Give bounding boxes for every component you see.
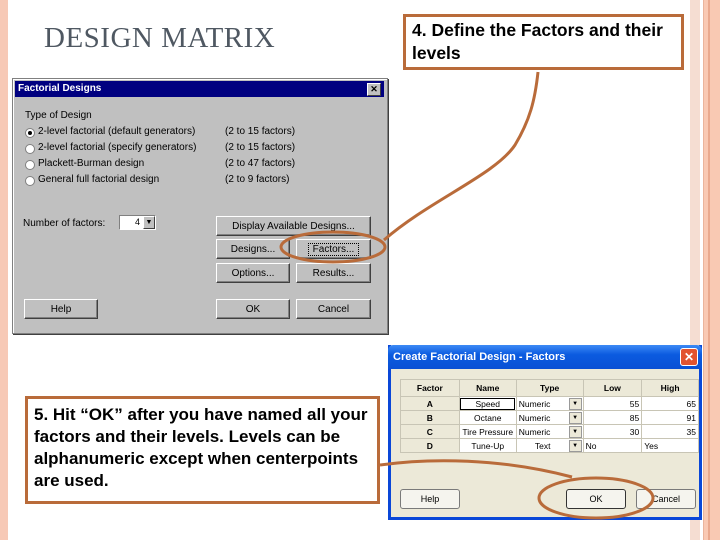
factors-button[interactable]: Factors... <box>296 239 371 259</box>
table-row: D Tune-Up Text ▼ No Yes <box>400 438 699 453</box>
factors-dialog-title-bar: Create Factorial Design - Factors ✕ <box>388 345 702 369</box>
type-value: Numeric <box>518 426 551 437</box>
type-cell[interactable]: Numeric ▼ <box>515 410 584 425</box>
option-3-range: (2 to 47 factors) <box>225 158 296 169</box>
factor-cell: C <box>400 424 460 439</box>
option-4-range: (2 to 9 factors) <box>225 174 290 185</box>
arrow-connector-step4 <box>383 71 540 242</box>
table-row: C Tire Pressure Numeric ▼ 30 35 <box>400 424 699 439</box>
type-cell[interactable]: Numeric ▼ <box>515 396 584 411</box>
factors-cancel-button[interactable]: Cancel <box>636 489 696 509</box>
results-button[interactable]: Results... <box>296 263 371 283</box>
num-factors-select[interactable]: 4 ▼ <box>119 215 156 230</box>
column-header-name: Name <box>458 379 517 397</box>
help-button[interactable]: Help <box>24 299 98 319</box>
high-cell[interactable]: 91 <box>641 410 699 425</box>
type-value: Numeric <box>518 398 551 409</box>
dialog-title-bar: Factorial Designs ✕ <box>15 81 384 97</box>
dialog-title: Factorial Designs <box>18 83 102 94</box>
cancel-button[interactable]: Cancel <box>296 299 371 319</box>
factor-cell: A <box>400 396 460 411</box>
factorial-designs-dialog: Factorial Designs ✕ Type of Design 2-lev… <box>12 78 388 334</box>
options-button[interactable]: Options... <box>216 263 290 283</box>
slide-title: DESIGN MATRIX <box>44 22 276 54</box>
right-decor-line <box>708 0 710 540</box>
designs-button[interactable]: Designs... <box>216 239 290 259</box>
low-cell[interactable]: 30 <box>582 424 643 439</box>
option-2-range: (2 to 15 factors) <box>225 142 296 153</box>
high-cell[interactable]: Yes <box>641 438 699 453</box>
column-header-factor: Factor <box>400 379 460 397</box>
factor-cell: D <box>400 438 460 453</box>
option-1-range: (2 to 15 factors) <box>225 126 296 137</box>
radio-option-2[interactable] <box>25 144 35 154</box>
radio-option-3[interactable] <box>25 160 35 170</box>
option-2-label[interactable]: 2-level factorial (specify generators) <box>38 142 196 153</box>
help-label: Help <box>50 304 72 315</box>
left-decor-band <box>0 0 8 540</box>
column-header-type: Type <box>515 379 584 397</box>
factors-dialog-title: Create Factorial Design - Factors <box>393 351 566 363</box>
type-cell[interactable]: Numeric ▼ <box>515 424 584 439</box>
display-designs-label: Display Available Designs... <box>232 221 355 232</box>
display-designs-button[interactable]: Display Available Designs... <box>216 216 371 236</box>
chevron-down-icon[interactable]: ▼ <box>568 440 582 452</box>
num-factors-label: Number of factors: <box>23 218 106 229</box>
ok-label: OK <box>245 304 261 315</box>
column-header-low: Low <box>582 379 643 397</box>
type-value: Numeric <box>518 412 551 423</box>
close-icon[interactable]: ✕ <box>680 348 698 366</box>
factors-dialog: Create Factorial Design - Factors ✕ Fact… <box>388 345 702 520</box>
low-cell[interactable]: 55 <box>582 396 643 411</box>
type-value: Text <box>534 440 551 451</box>
name-cell[interactable]: Tune-Up <box>458 438 517 453</box>
factors-label: Factors... <box>307 243 360 256</box>
chevron-down-icon[interactable]: ▼ <box>568 398 582 410</box>
num-factors-value: 4 <box>134 217 140 227</box>
option-4-label[interactable]: General full factorial design <box>38 174 159 185</box>
table-row: A Speed Numeric ▼ 55 65 <box>400 396 699 411</box>
results-label: Results... <box>312 268 355 279</box>
ok-button[interactable]: OK <box>216 299 290 319</box>
option-3-label[interactable]: Plackett-Burman design <box>38 158 144 169</box>
chevron-down-icon[interactable]: ▼ <box>568 412 582 424</box>
cancel-label: Cancel <box>317 304 350 315</box>
option-1-label[interactable]: 2-level factorial (default generators) <box>38 126 195 137</box>
factor-cell: B <box>400 410 460 425</box>
callout-step-4: 4. Define the Factors and their levels <box>403 14 684 70</box>
column-header-high: High <box>641 379 699 397</box>
high-cell[interactable]: 35 <box>641 424 699 439</box>
options-label: Options... <box>231 268 275 279</box>
name-cell[interactable]: Octane <box>458 410 517 425</box>
right-decor-band <box>703 0 720 540</box>
type-of-design-label: Type of Design <box>25 110 92 121</box>
table-row: B Octane Numeric ▼ 85 91 <box>400 410 699 425</box>
close-icon[interactable]: ✕ <box>367 83 381 96</box>
name-cell[interactable]: Tire Pressure <box>458 424 517 439</box>
table-header-row: Factor Name Type Low High <box>400 379 699 397</box>
radio-option-1[interactable] <box>25 128 35 138</box>
type-cell[interactable]: Text ▼ <box>515 438 584 453</box>
name-cell[interactable]: Speed <box>458 396 517 411</box>
factors-table: Factor Name Type Low High A Speed Numeri… <box>400 379 699 453</box>
chevron-down-icon[interactable]: ▼ <box>568 426 582 438</box>
designs-label: Designs... <box>230 244 276 255</box>
callout-step-5: 5. Hit “OK” after you have named all you… <box>25 396 380 504</box>
low-cell[interactable]: No <box>582 438 643 453</box>
factors-ok-button[interactable]: OK <box>566 489 626 509</box>
low-cell[interactable]: 85 <box>582 410 643 425</box>
radio-option-4[interactable] <box>25 176 35 186</box>
chevron-down-icon[interactable]: ▼ <box>143 216 155 229</box>
high-cell[interactable]: 65 <box>641 396 699 411</box>
factors-help-button[interactable]: Help <box>400 489 460 509</box>
